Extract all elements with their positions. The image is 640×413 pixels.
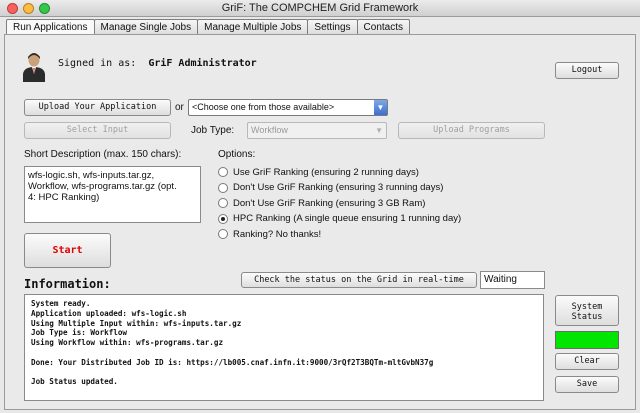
chevron-down-icon: ▼ — [374, 100, 387, 115]
job-type-value: Workflow — [251, 125, 288, 135]
option-use-grif-ranking[interactable]: Use GriF Ranking (ensuring 2 running day… — [218, 165, 518, 179]
select-input-button[interactable]: Select Input — [24, 122, 171, 139]
option-label: Use GriF Ranking (ensuring 2 running day… — [233, 166, 419, 178]
minimize-window-icon[interactable] — [23, 3, 34, 14]
job-type-select[interactable]: Workflow ▼ — [247, 122, 387, 139]
option-label: Don't Use GriF Ranking (ensuring 3 runni… — [233, 182, 444, 193]
short-description-label: Short Description (max. 150 chars): — [24, 149, 182, 160]
save-button[interactable]: Save — [555, 376, 619, 393]
signed-in-label: Signed in as: — [58, 58, 137, 69]
upload-application-button[interactable]: Upload Your Application — [24, 99, 171, 116]
job-type-label: Job Type: — [191, 125, 235, 136]
chevron-down-icon: ▼ — [375, 126, 383, 135]
system-status-button[interactable]: System Status — [555, 295, 619, 326]
radio-button-icon[interactable] — [218, 229, 228, 239]
start-button[interactable]: Start — [24, 233, 111, 268]
window-title: GriF: The COMPCHEM Grid Framework — [221, 2, 419, 14]
short-description-textarea[interactable]: wfs-logic.sh, wfs-inputs.tar.gz, Workflo… — [24, 166, 201, 223]
tab-manage-single-jobs[interactable]: Manage Single Jobs — [93, 19, 199, 35]
user-avatar-icon — [22, 52, 46, 82]
radio-button-icon[interactable] — [218, 182, 228, 193]
options-label: Options: — [218, 149, 256, 160]
option-label: Ranking? No thanks! — [233, 228, 322, 240]
option-label: HPC Ranking (A single queue ensuring 1 r… — [233, 213, 462, 224]
window-title-bar: GriF: The COMPCHEM Grid Framework — [0, 0, 640, 17]
option-no-ranking[interactable]: Ranking? No thanks! — [218, 227, 518, 241]
application-select-value: <Choose one from those available> — [192, 102, 335, 112]
ranking-options: Use GriF Ranking (ensuring 2 running day… — [218, 165, 518, 241]
system-status-indicator — [555, 331, 619, 349]
or-label: or — [175, 102, 184, 113]
option-dont-use-grif-ranking-ram[interactable]: Don't Use GriF Ranking (ensuring 3 GB Ra… — [218, 196, 518, 210]
check-status-button[interactable]: Check the status on the Grid in real-tim… — [241, 272, 477, 288]
radio-button-icon[interactable] — [218, 167, 228, 177]
option-dont-use-grif-ranking-days[interactable]: Don't Use GriF Ranking (ensuring 3 runni… — [218, 181, 518, 195]
tab-settings[interactable]: Settings — [307, 19, 358, 35]
information-log[interactable]: System ready. Application uploaded: wfs-… — [24, 294, 544, 401]
information-label: Information: — [24, 277, 111, 291]
tab-manage-multiple-jobs[interactable]: Manage Multiple Jobs — [197, 19, 309, 35]
close-window-icon[interactable] — [7, 3, 18, 14]
window-controls — [7, 3, 57, 14]
option-hpc-ranking[interactable]: HPC Ranking (A single queue ensuring 1 r… — [218, 212, 518, 226]
logout-button[interactable]: Logout — [555, 62, 619, 79]
radio-button-selected-icon[interactable] — [218, 213, 228, 224]
application-select[interactable]: <Choose one from those available> ▼ — [188, 99, 388, 116]
user-name: GriF Administrator — [148, 58, 257, 69]
radio-button-icon[interactable] — [218, 198, 228, 208]
clear-button[interactable]: Clear — [555, 353, 619, 370]
option-label: Don't Use GriF Ranking (ensuring 3 GB Ra… — [233, 197, 426, 209]
upload-programs-button[interactable]: Upload Programs — [398, 122, 545, 139]
tab-contacts[interactable]: Contacts — [356, 19, 411, 35]
status-field[interactable]: Waiting — [480, 271, 545, 289]
tab-run-applications[interactable]: Run Applications — [6, 19, 95, 35]
tab-bar: Run Applications Manage Single Jobs Mana… — [6, 19, 411, 35]
zoom-window-icon[interactable] — [39, 3, 50, 14]
